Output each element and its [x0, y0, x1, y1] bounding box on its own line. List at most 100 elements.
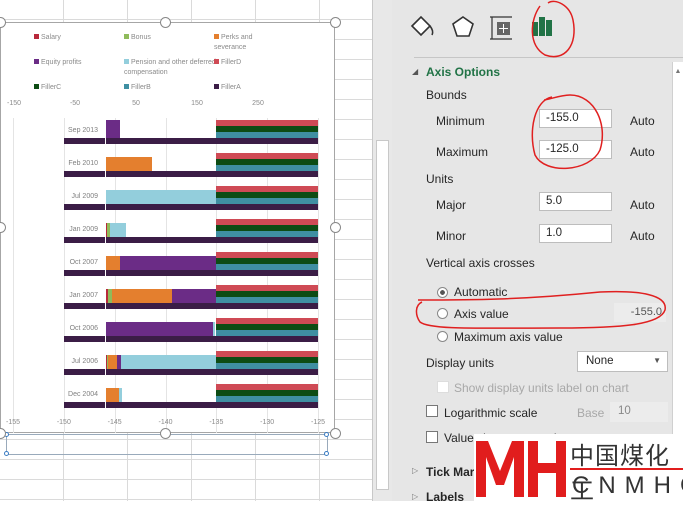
legend-item[interactable]: Salary — [34, 33, 89, 43]
section-labels[interactable]: Labels — [426, 490, 464, 504]
bar-fillera[interactable] — [63, 270, 318, 276]
category-label: Dec 2004 — [68, 391, 98, 398]
bar-segment[interactable] — [104, 157, 153, 171]
top-axis-tick-label: 50 — [132, 100, 140, 107]
bottom-axis-tick-label: -145 — [107, 419, 122, 426]
resize-handle[interactable] — [330, 222, 341, 233]
bar-segment[interactable] — [104, 322, 214, 336]
logarithmic-scale-checkbox[interactable] — [426, 405, 438, 417]
bar-segment[interactable] — [111, 289, 172, 303]
bar-fillera[interactable] — [63, 138, 318, 144]
legend-swatch — [34, 59, 39, 64]
axis-value-input[interactable]: -155.0 — [614, 303, 666, 322]
major-auto-button[interactable]: Auto — [630, 198, 655, 212]
base-input[interactable]: 10 — [610, 402, 668, 422]
bar-segment[interactable] — [118, 388, 122, 402]
axis-value-label[interactable]: Axis value — [454, 307, 509, 321]
display-units-select[interactable]: None ▼ — [577, 351, 668, 372]
expand-triangle-icon[interactable]: ▷ — [412, 492, 418, 501]
bar-segment[interactable] — [107, 355, 117, 369]
maximum-auto-button[interactable]: Auto — [630, 145, 655, 159]
resize-handle[interactable] — [0, 17, 6, 28]
bar-segment[interactable] — [104, 388, 119, 402]
resize-handle[interactable] — [160, 17, 171, 28]
legend-item[interactable]: FillerD — [214, 58, 269, 68]
legend-item[interactable]: Perks and severance — [214, 33, 269, 53]
legend-item[interactable]: Equity profits — [34, 58, 89, 68]
minor-input[interactable]: 1.0 — [539, 224, 612, 243]
minor-label: Minor — [436, 229, 467, 243]
chart-area[interactable]: Salary Bonus Perks and severance Equity pro… — [0, 17, 341, 456]
size-properties-icon[interactable] — [488, 15, 514, 41]
bar-segment[interactable] — [106, 120, 121, 138]
maximum-input[interactable]: -125.0 — [539, 140, 612, 159]
minimum-input[interactable]: -155.0 — [539, 109, 612, 128]
expand-triangle-icon[interactable]: ▷ — [412, 466, 418, 475]
bar-fillera[interactable] — [63, 303, 318, 309]
scrollbar-thumb[interactable] — [376, 140, 389, 490]
legend-item[interactable]: FillerC — [34, 83, 89, 93]
effects-pentagon-icon[interactable] — [450, 14, 476, 40]
maximum-axis-value-label[interactable]: Maximum axis value — [454, 330, 563, 344]
bar-segment[interactable] — [109, 223, 126, 237]
legend-swatch — [214, 59, 219, 64]
resize-handle[interactable] — [160, 428, 171, 439]
legend-item[interactable]: Pension and other deferred compensation — [124, 58, 219, 78]
bar-segment[interactable] — [213, 322, 216, 336]
legend-label: FillerB — [131, 84, 151, 91]
axis-resize-handle[interactable] — [324, 451, 329, 456]
legend-item[interactable]: Bonus — [124, 33, 179, 43]
show-units-checkbox[interactable] — [437, 381, 449, 393]
legend-label: Perks and severance — [214, 34, 253, 51]
bar-fillera[interactable] — [63, 204, 318, 210]
logarithmic-scale-label[interactable]: Logarithmic scale — [444, 406, 537, 420]
automatic-radio[interactable] — [437, 287, 448, 298]
bar-segment[interactable] — [120, 355, 217, 369]
resize-handle[interactable] — [330, 428, 341, 439]
maximum-axis-value-radio[interactable] — [437, 331, 448, 342]
automatic-label[interactable]: Automatic — [454, 285, 507, 299]
legend-item[interactable]: FillerB — [124, 83, 179, 93]
major-label: Major — [436, 198, 467, 212]
axis-value-radio[interactable] — [437, 308, 448, 319]
category-label: Jan 2007 — [69, 292, 98, 299]
bar-segment[interactable] — [171, 289, 217, 303]
bar-segment[interactable] — [104, 256, 120, 270]
minor-auto-button[interactable]: Auto — [630, 229, 655, 243]
sheet-scrollbar[interactable] — [372, 0, 392, 501]
bottom-axis-tick-label: -150 — [56, 419, 71, 426]
major-input[interactable]: 5.0 — [539, 192, 612, 211]
divider — [414, 57, 683, 58]
legend-label: FillerA — [221, 84, 241, 91]
watermark-rule — [570, 468, 683, 470]
bar-segment[interactable] — [119, 256, 217, 270]
fill-line-icon[interactable] — [409, 14, 437, 40]
axis-options-icon[interactable] — [530, 14, 554, 38]
legend-swatch — [34, 34, 39, 39]
scroll-up-icon[interactable]: ▲ — [673, 68, 683, 75]
category-label: Oct 2006 — [69, 325, 98, 332]
bar-fillera[interactable] — [63, 237, 318, 243]
bar-fillera[interactable] — [63, 369, 318, 375]
values-reverse-checkbox[interactable] — [426, 431, 438, 443]
bar-fillera[interactable] — [63, 336, 318, 342]
bar-segment[interactable] — [104, 190, 217, 204]
top-axis-tick-label: 150 — [191, 100, 203, 107]
vertical-axis-crosses-label: Vertical axis crosses — [426, 256, 535, 270]
resize-handle[interactable] — [0, 222, 6, 233]
axis-resize-handle[interactable] — [324, 432, 329, 437]
bar-segment[interactable] — [106, 223, 110, 237]
resize-handle[interactable] — [330, 17, 341, 28]
bar-fillera[interactable] — [63, 402, 318, 408]
bar-fillera[interactable] — [63, 171, 318, 177]
watermark-en: CNMHG — [572, 472, 683, 499]
collapse-triangle-icon[interactable]: ◢ — [412, 67, 418, 76]
bar-segment[interactable] — [116, 355, 121, 369]
minimum-auto-button[interactable]: Auto — [630, 114, 655, 128]
top-axis-tick-label: -150 — [6, 100, 22, 107]
legend-item[interactable]: FillerA — [214, 83, 269, 93]
section-axis-options[interactable]: Axis Options — [426, 65, 500, 79]
legend-label: FillerD — [221, 59, 242, 66]
top-axis-tick-label: 250 — [252, 100, 264, 107]
axis-resize-handle[interactable] — [4, 451, 9, 456]
